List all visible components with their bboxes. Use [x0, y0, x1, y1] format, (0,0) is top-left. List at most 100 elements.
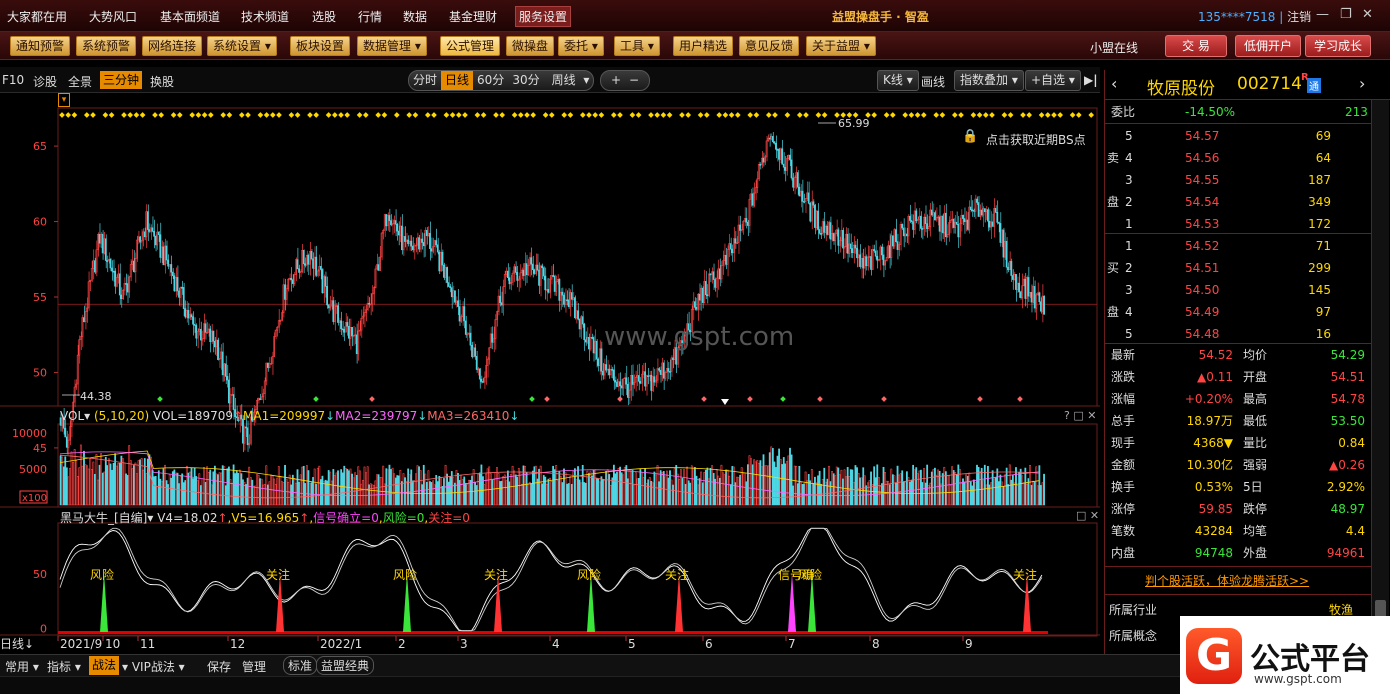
candle-body	[171, 271, 174, 277]
lock-icon[interactable]: 🔒	[962, 129, 978, 144]
trade-button[interactable]: 交 易	[1165, 35, 1227, 57]
tool-feedback-button[interactable]: 意见反馈	[739, 36, 800, 56]
menu-xuangu[interactable]: 选股	[312, 8, 336, 25]
open-account-button[interactable]: 低佣开户	[1235, 35, 1302, 57]
tool-formula-button[interactable]: 公式管理	[440, 36, 501, 56]
tool-settings-button[interactable]: 系统设置 ▾	[207, 36, 277, 56]
menu-dashi[interactable]: 大势风口	[89, 8, 137, 25]
manage-button[interactable]: 管理	[242, 658, 266, 675]
quote-scrollbar[interactable]	[1371, 100, 1389, 660]
menu-fuwu[interactable]: 服务设置	[515, 6, 572, 27]
tool-weituo-button[interactable]: 委托 ▾	[558, 36, 604, 56]
menu-dajia[interactable]: 大家都在用	[7, 8, 67, 25]
indicator-dropdown[interactable]: 指标 ▾	[47, 658, 81, 675]
minimize-icon[interactable]: —	[1316, 7, 1329, 22]
candle-body	[405, 239, 408, 242]
stat-value: 94748	[1194, 546, 1233, 560]
zhanfa-tab[interactable]: 战法	[89, 656, 120, 675]
collapse-panel-icon[interactable]: ▶|	[1084, 73, 1098, 87]
prev-stock-icon[interactable]: ‹	[1111, 74, 1117, 93]
period-fenshi[interactable]: 分时	[409, 71, 441, 90]
huangu-tab[interactable]: 换股	[150, 73, 174, 90]
period-30[interactable]: 30分	[508, 71, 543, 90]
bs-point-hint[interactable]: 点击获取近期BS点	[986, 131, 1086, 148]
menu-jishu[interactable]: 技术频道	[241, 8, 289, 25]
indicator-name[interactable]: 黑马大牛_[自编]	[60, 511, 147, 525]
close-panel-icon[interactable]: ✕	[1090, 509, 1099, 522]
menu-jibenmian[interactable]: 基本面频道	[160, 8, 220, 25]
f10-tab[interactable]: F10	[2, 73, 24, 87]
candle-body	[184, 308, 187, 318]
volume-bar	[913, 469, 916, 506]
tool-tongzhi-button[interactable]: 通知预警	[10, 36, 71, 56]
tool-network-button[interactable]: 网络连接	[142, 36, 203, 56]
candle-body	[712, 271, 715, 280]
add-watchlist-dropdown[interactable]: +自选 ▾	[1025, 70, 1081, 91]
online-service-link[interactable]: 小盟在线	[1090, 39, 1138, 56]
volume-bar	[723, 474, 726, 506]
yimeng-classic-button[interactable]: 益盟经典	[316, 656, 375, 675]
candle-body	[871, 249, 874, 270]
period-rixian[interactable]: 日线	[441, 71, 474, 90]
candle-body	[566, 299, 569, 302]
chart-area[interactable]: 6560555045100005000x100500风险 关注 风险 关注 风险 关注 信号…	[0, 93, 1100, 654]
candle-body	[767, 137, 770, 142]
kline-dropdown[interactable]: K线 ▾	[877, 70, 919, 91]
vol-label[interactable]: VOL	[60, 409, 84, 423]
menu-hangqing[interactable]: 行情	[358, 8, 382, 25]
tool-data-button[interactable]: 数据管理 ▾	[357, 36, 427, 56]
volume-bar	[865, 485, 868, 506]
logout-link[interactable]: 注销	[1287, 10, 1311, 24]
standard-button[interactable]: 标准	[283, 656, 318, 675]
sanfenzhong-tab[interactable]: 三分钟	[100, 71, 143, 89]
maximize-icon[interactable]: □	[1076, 509, 1086, 522]
learn-button[interactable]: 学习成长	[1305, 35, 1372, 57]
tool-bankuai-button[interactable]: 板块设置	[290, 36, 351, 56]
next-stock-icon[interactable]: ›	[1359, 74, 1365, 93]
chart-menu-icon[interactable]: ▾	[58, 93, 70, 107]
candle-body	[879, 246, 882, 260]
tool-weicaopan-button[interactable]: 微操盘	[506, 36, 555, 56]
quanjing-tab[interactable]: 全景	[68, 73, 92, 90]
close-icon[interactable]: ✕	[1362, 7, 1373, 22]
candle-body	[617, 381, 620, 387]
zoom-in-icon[interactable]: +	[607, 71, 625, 90]
index-overlay-dropdown[interactable]: 指数叠加 ▾	[954, 70, 1024, 91]
stat-label: 涨跌	[1111, 370, 1136, 384]
zoom-out-icon[interactable]: −	[625, 71, 643, 90]
menu-shuju[interactable]: 数据	[403, 8, 427, 25]
period-zhouxian[interactable]: 周线 ▾	[544, 71, 594, 90]
menu-jijin[interactable]: 基金理财	[449, 8, 497, 25]
volume-bar	[918, 470, 921, 506]
tool-jingxuan-button[interactable]: 用户精选	[673, 36, 734, 56]
restore-icon[interactable]: ❐	[1340, 7, 1352, 22]
candle-body	[1002, 229, 1005, 258]
tool-about-button[interactable]: 关于益盟 ▾	[806, 36, 876, 56]
maximize-icon[interactable]: □	[1073, 409, 1083, 422]
common-dropdown[interactable]: 常用 ▾	[5, 658, 39, 675]
volume-bar	[120, 455, 123, 506]
promo-link[interactable]: 判个股活跃，体验龙腾活跃>>	[1145, 572, 1309, 589]
help-icon[interactable]: ?	[1064, 409, 1070, 422]
save-button[interactable]: 保存	[207, 658, 231, 675]
candle-body	[98, 233, 101, 244]
sell-level: 3	[1125, 173, 1133, 187]
volume-bar	[136, 473, 138, 506]
candle-body	[672, 357, 675, 361]
tool-xitong-yujing-button[interactable]: 系统预警	[76, 36, 137, 56]
signal-diamond	[796, 112, 803, 118]
index-overlay-label: 指数叠加	[960, 73, 1009, 87]
draw-line-button[interactable]: 画线	[921, 73, 945, 90]
volume-bar	[203, 467, 205, 506]
zhengu-tab[interactable]: 诊股	[33, 73, 57, 90]
volume-bar	[81, 465, 84, 506]
volume-bar	[784, 463, 787, 506]
vip-zhanfa-dropdown[interactable]: ▾ VIP战法 ▾	[122, 658, 185, 675]
tool-tools-button[interactable]: 工具 ▾	[614, 36, 660, 56]
vol-unit-label: x100	[22, 493, 47, 504]
volume-bar	[860, 477, 863, 506]
signal-markers	[59, 112, 1095, 632]
period-60[interactable]: 60分	[473, 71, 508, 90]
close-panel-icon[interactable]: ✕	[1087, 409, 1096, 422]
candle-body	[324, 276, 327, 287]
